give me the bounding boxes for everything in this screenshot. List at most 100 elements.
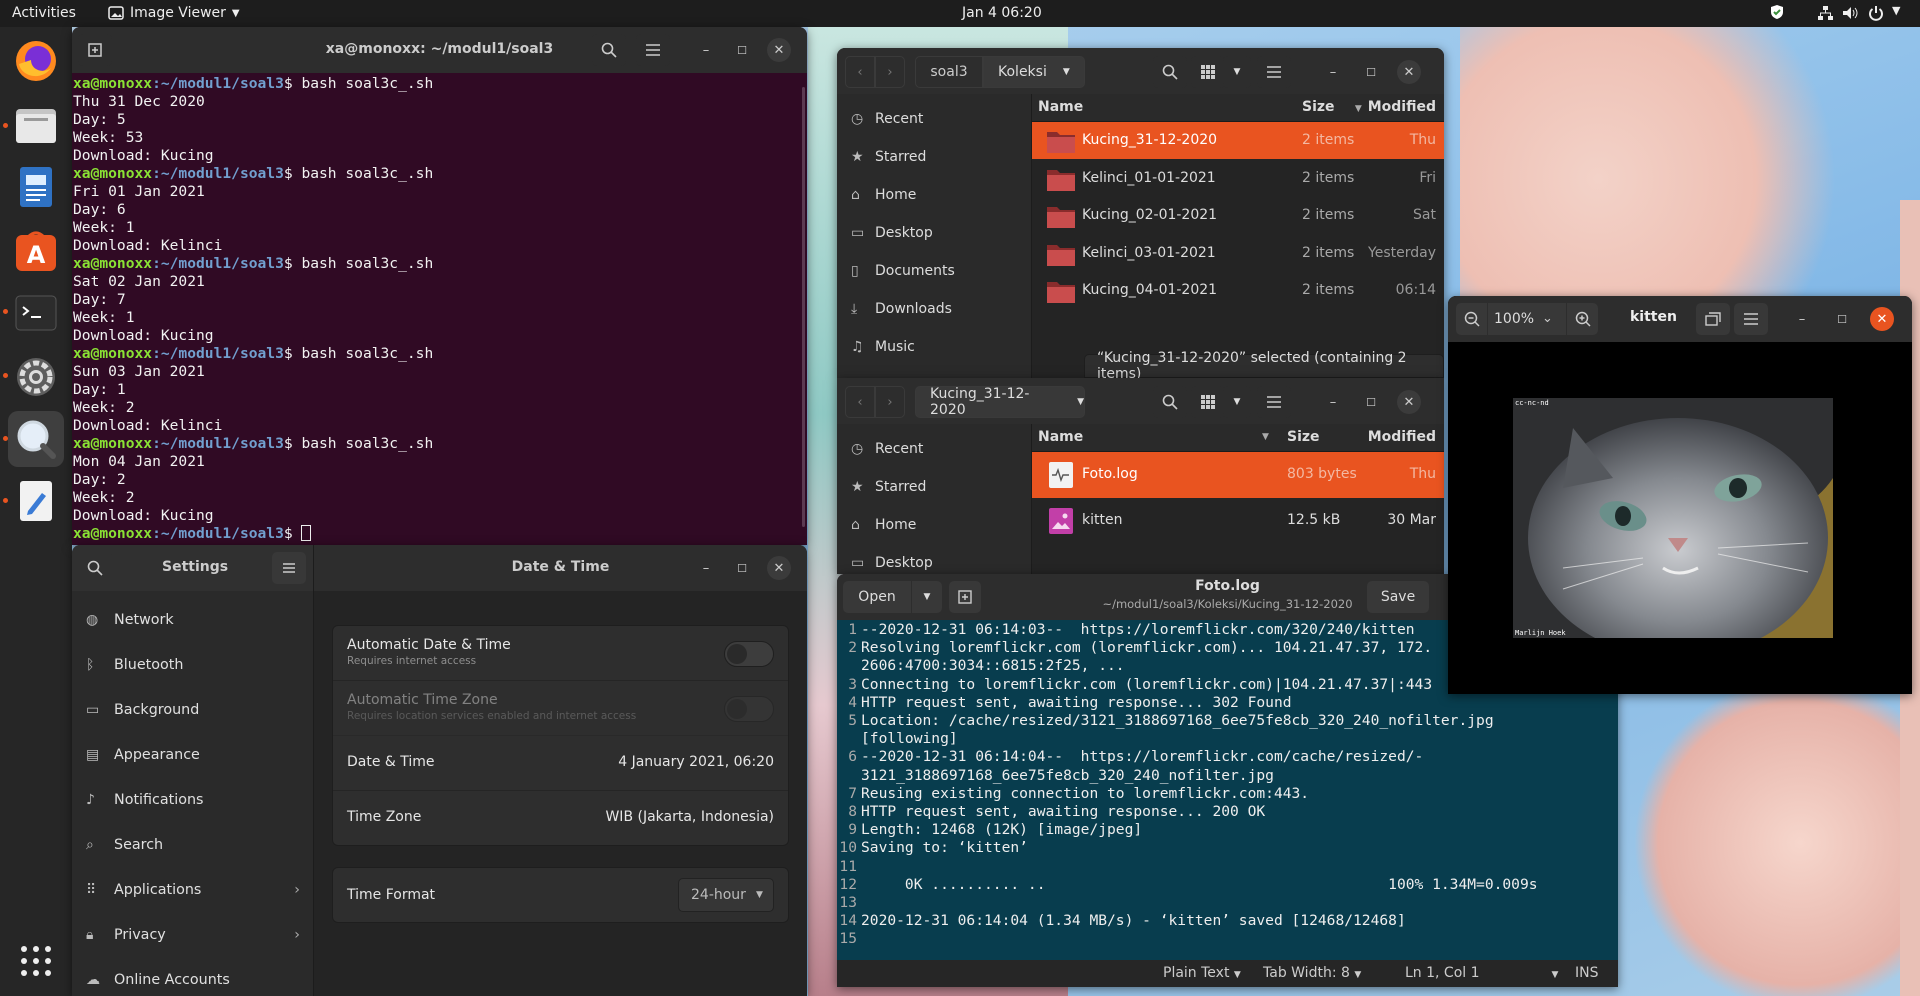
sidebar-item-bluetooth[interactable]: ᛒ Bluetooth xyxy=(86,642,183,687)
zoom-menu-chevron-icon[interactable]: ⌄ xyxy=(1542,311,1553,326)
terminal-output[interactable]: xa@monoxx:~/modul1/soal3$ bash soal3c_.s… xyxy=(72,73,807,545)
dock-files[interactable] xyxy=(8,97,64,153)
zoom-level[interactable]: 100% xyxy=(1494,311,1534,327)
view-options-button[interactable]: ▼ xyxy=(1223,56,1251,88)
path-koleksi[interactable]: Koleksi ▼ xyxy=(983,56,1085,88)
save-button[interactable]: Save xyxy=(1367,581,1429,613)
dock-document[interactable] xyxy=(8,159,64,215)
dock-software[interactable]: A xyxy=(8,223,64,279)
path-current[interactable]: Kucing_31-12-2020 ▼ xyxy=(915,386,1085,418)
terminal-menu-button[interactable] xyxy=(636,34,670,66)
folder-row[interactable]: Kucing_02-01-2021 2 items Sat xyxy=(1032,197,1444,234)
sidebar-item-home[interactable]: ⌂ Home xyxy=(851,506,916,544)
sidebar-item-applications[interactable]: ⠿ Applications › xyxy=(86,867,306,912)
sidebar-item-online-accounts[interactable]: ☁ Online Accounts xyxy=(86,957,230,996)
forward-button[interactable]: › xyxy=(875,56,905,88)
gallery-button[interactable] xyxy=(1696,303,1730,335)
settings-search-button[interactable] xyxy=(78,552,112,584)
viewer-menu-button[interactable] xyxy=(1734,303,1768,335)
maximize-button[interactable]: ☐ xyxy=(730,556,754,580)
zoom-in-button[interactable] xyxy=(1566,303,1598,335)
auto-datetime-row[interactable]: Automatic Date & Time Requires internet … xyxy=(333,626,788,681)
sidebar-item-search[interactable]: ⌕ Search xyxy=(86,822,163,867)
sidebar-item-background[interactable]: ▭ Background xyxy=(86,687,199,732)
show-applications-button[interactable] xyxy=(8,933,64,989)
close-button[interactable]: ✕ xyxy=(1397,390,1421,414)
col-size[interactable]: Size xyxy=(1302,99,1335,115)
col-size[interactable]: Size xyxy=(1287,429,1320,445)
fm-search-button[interactable] xyxy=(1153,386,1187,418)
app-menu[interactable]: Image Viewer ▼ xyxy=(108,5,240,21)
sidebar-item-desktop[interactable]: ▭ Desktop xyxy=(851,544,933,574)
dock-firefox[interactable] xyxy=(8,33,64,89)
back-button[interactable]: ‹ xyxy=(845,386,875,418)
activities-button[interactable]: Activities xyxy=(12,5,76,21)
tab-width-selector[interactable]: Tab Width: 8 ▼ xyxy=(1263,965,1361,981)
sidebar-item-recent[interactable]: ◷ Recent xyxy=(851,100,923,138)
view-grid-button[interactable] xyxy=(1191,386,1225,418)
sidebar-item-privacy[interactable]: 🔒︎ Privacy › xyxy=(86,912,306,957)
power-icon[interactable] xyxy=(1868,5,1884,21)
col-modified[interactable]: Modified xyxy=(1368,429,1436,445)
timeformat-dropdown[interactable]: 24-hour ▼ xyxy=(678,878,774,912)
maximize-button[interactable]: ☐ xyxy=(730,38,754,62)
maximize-button[interactable]: ☐ xyxy=(1830,307,1854,331)
chevron-down-icon[interactable]: ▼ xyxy=(1892,4,1900,17)
sidebar-item-home[interactable]: ⌂ Home xyxy=(851,176,916,214)
terminal-search-button[interactable] xyxy=(592,34,626,66)
zoom-out-button[interactable] xyxy=(1456,303,1488,335)
sidebar-item-starred[interactable]: ★ Starred xyxy=(851,138,926,176)
sidebar-item-starred[interactable]: ★ Starred xyxy=(851,468,926,506)
fm-search-button[interactable] xyxy=(1153,56,1187,88)
col-name[interactable]: Name xyxy=(1038,429,1083,445)
col-name[interactable]: Name xyxy=(1038,99,1083,115)
close-button[interactable]: ✕ xyxy=(767,556,791,580)
auto-datetime-switch[interactable] xyxy=(724,641,774,667)
folder-row[interactable]: Kucing_04-01-2021 2 items 06:14 xyxy=(1032,272,1444,309)
folder-row[interactable]: Kelinci_03-01-2021 2 items Yesterday xyxy=(1032,235,1444,272)
sidebar-item-downloads[interactable]: ⤓ Downloads xyxy=(851,290,952,328)
dock-image-viewer[interactable] xyxy=(8,411,64,467)
file-row-kitten[interactable]: kitten 12.5 kB 30 Mar xyxy=(1032,498,1444,544)
clock[interactable]: Jan 4 06:20 xyxy=(962,5,1042,21)
terminal-scrollbar[interactable] xyxy=(802,87,805,527)
timezone-row[interactable]: Time Zone WIB (Jakarta, Indonesia) xyxy=(333,791,788,846)
shield-icon[interactable] xyxy=(1770,4,1784,20)
folder-row[interactable]: Kelinci_01-01-2021 2 items Fri xyxy=(1032,160,1444,197)
minimize-button[interactable]: – xyxy=(1321,60,1345,84)
maximize-button[interactable]: ☐ xyxy=(1359,390,1383,414)
volume-icon[interactable] xyxy=(1842,5,1858,21)
maximize-button[interactable]: ☐ xyxy=(1359,60,1383,84)
sidebar-item-music[interactable]: ♫ Music xyxy=(851,328,915,366)
sidebar-item-documents[interactable]: ▯ Documents xyxy=(851,252,955,290)
view-grid-button[interactable] xyxy=(1191,56,1225,88)
sidebar-item-recent[interactable]: ◷ Recent xyxy=(851,430,923,468)
network-icon[interactable] xyxy=(1817,5,1833,21)
sidebar-item-appearance[interactable]: ▤ Appearance xyxy=(86,732,200,777)
datetime-row[interactable]: Date & Time 4 January 2021, 06:20 xyxy=(333,736,788,791)
dock-settings[interactable] xyxy=(8,349,64,405)
folder-row[interactable]: Kucing_31-12-2020 2 items Thu xyxy=(1032,122,1444,159)
file-row-foto-log[interactable]: Foto.log 803 bytes Thu xyxy=(1032,452,1444,498)
back-button[interactable]: ‹ xyxy=(845,56,875,88)
dock-terminal[interactable] xyxy=(8,285,64,341)
language-selector[interactable]: Plain Text ▼ xyxy=(1163,965,1241,981)
minimize-button[interactable]: – xyxy=(694,556,718,580)
close-button[interactable]: ✕ xyxy=(767,38,791,62)
settings-menu-button[interactable] xyxy=(272,552,306,584)
close-button[interactable]: ✕ xyxy=(1397,60,1421,84)
cursor-position[interactable]: Ln 1, Col 1 ▼ xyxy=(1405,965,1558,981)
close-button[interactable]: ✕ xyxy=(1870,307,1894,331)
sidebar-item-desktop[interactable]: ▭ Desktop xyxy=(851,214,933,252)
fm-menu-button[interactable] xyxy=(1257,56,1291,88)
minimize-button[interactable]: – xyxy=(1790,307,1814,331)
kitten-image[interactable]: cc-nc-nd Marlijn Hoek xyxy=(1513,398,1833,638)
view-options-button[interactable]: ▼ xyxy=(1223,386,1251,418)
fm-menu-button[interactable] xyxy=(1257,386,1291,418)
path-soal3[interactable]: soal3 xyxy=(915,56,983,88)
sidebar-item-notifications[interactable]: ♪ Notifications xyxy=(86,777,203,822)
sidebar-item-network[interactable]: ◍ Network xyxy=(86,597,174,642)
forward-button[interactable]: › xyxy=(875,386,905,418)
minimize-button[interactable]: – xyxy=(694,38,718,62)
col-modified[interactable]: ▼ Modified xyxy=(1355,99,1436,115)
